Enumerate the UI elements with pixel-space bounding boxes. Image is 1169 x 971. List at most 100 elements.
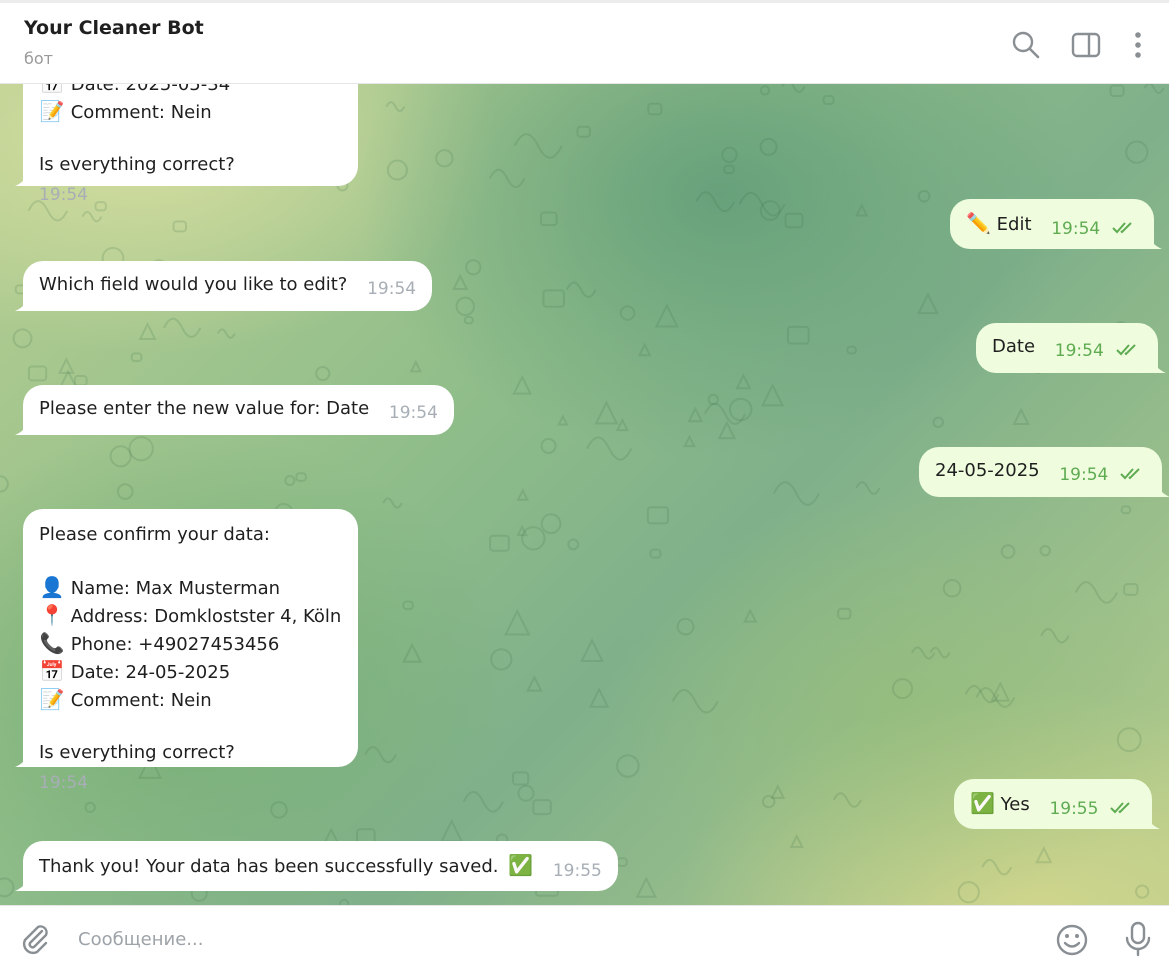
pattern-doodle xyxy=(385,101,406,113)
pattern-doodle xyxy=(735,373,752,390)
pattern-doodle xyxy=(759,137,778,156)
message-text: 24-05-2025 xyxy=(935,460,1040,481)
pattern-doodle xyxy=(542,289,565,308)
read-check-icon xyxy=(1112,222,1132,234)
pattern-doodle xyxy=(646,506,670,525)
pattern-doodle xyxy=(382,497,403,509)
pattern-doodle xyxy=(386,159,408,181)
pattern-doodle xyxy=(671,689,719,714)
pattern-doodle xyxy=(0,877,15,898)
pattern-doodle xyxy=(760,383,785,407)
pattern-doodle xyxy=(1000,544,1016,559)
message-text: Please confirm your data: xyxy=(39,524,270,545)
sidebar-toggle-icon[interactable] xyxy=(1070,29,1102,61)
microphone-icon[interactable] xyxy=(1120,920,1156,958)
outgoing-message[interactable]: Date 19:54 xyxy=(976,323,1166,373)
pattern-doodle xyxy=(503,608,531,636)
paperclip-icon[interactable] xyxy=(18,922,52,956)
more-vertical-icon[interactable] xyxy=(1122,29,1154,61)
pattern-doodle xyxy=(532,799,552,816)
pattern-doodle xyxy=(516,488,529,501)
incoming-message[interactable]: Please enter the new value for: Date 19:… xyxy=(15,385,454,435)
person-icon: 👤 xyxy=(39,575,65,599)
pattern-doodle xyxy=(27,365,48,382)
pattern-doodle xyxy=(846,345,857,355)
message-text: Please enter the new value for: Date xyxy=(39,398,370,419)
chat-header: Your Cleaner Bot бот xyxy=(0,0,1169,84)
message-text: Date xyxy=(992,336,1036,357)
incoming-message[interactable]: Which field would you like to edit? 19:5… xyxy=(15,261,433,311)
pattern-doodle xyxy=(1040,627,1070,644)
pattern-doodle xyxy=(73,374,88,387)
pattern-doodle xyxy=(917,292,939,315)
pattern-doodle xyxy=(981,858,1013,876)
phone-icon: 📞 xyxy=(39,631,65,655)
pattern-doodle xyxy=(81,210,103,223)
pattern-doodle xyxy=(364,746,397,764)
pattern-doodle xyxy=(957,881,980,904)
chat-title[interactable]: Your Cleaner Bot xyxy=(24,17,204,39)
search-icon[interactable] xyxy=(1010,29,1042,61)
outgoing-message[interactable]: ✏️ Edit 19:54 xyxy=(950,199,1162,249)
pattern-doodle xyxy=(216,328,236,339)
pattern-doodle xyxy=(1125,140,1149,164)
pattern-doodle xyxy=(295,472,307,482)
outgoing-message[interactable]: 24-05-2025 19:54 xyxy=(919,447,1169,497)
incoming-message[interactable]: 📅 Date: 2025-05-34 📝 Comment: Nein Is ev… xyxy=(15,84,358,205)
pattern-doodle xyxy=(637,342,652,357)
message-time: 19:55 xyxy=(552,861,602,881)
pattern-doodle xyxy=(635,876,657,898)
pattern-doodle xyxy=(1039,544,1051,557)
message-composer xyxy=(0,905,1169,971)
message-time: 19:54 xyxy=(1054,341,1104,361)
outgoing-message[interactable]: ✅ Yes 19:55 xyxy=(954,779,1161,829)
pattern-doodle xyxy=(615,417,629,432)
smiley-icon[interactable] xyxy=(1054,922,1090,958)
pattern-doodle xyxy=(465,259,482,276)
pattern-doodle xyxy=(109,445,132,468)
pattern-doodle xyxy=(57,357,75,374)
bubble-tail xyxy=(1146,815,1161,829)
bubble-tail xyxy=(1151,359,1166,373)
bubble-tail xyxy=(1147,235,1162,249)
pattern-doodle xyxy=(687,406,704,423)
pattern-doodle xyxy=(1035,845,1053,864)
pattern-doodle xyxy=(942,578,962,598)
incoming-message[interactable]: Thank you! Your data has been successful… xyxy=(15,841,618,891)
pattern-doodle xyxy=(770,784,786,799)
pattern-doodle xyxy=(455,296,476,317)
pattern-doodle xyxy=(717,420,737,440)
pattern-doodle xyxy=(594,400,619,425)
pin-icon: 📍 xyxy=(39,603,65,627)
message-input[interactable] xyxy=(78,922,978,956)
pattern-doodle xyxy=(540,513,562,535)
read-check-icon xyxy=(1115,344,1136,356)
pattern-doodle xyxy=(1012,407,1030,426)
pattern-doodle xyxy=(837,607,852,620)
pattern-doodle xyxy=(172,220,187,233)
incoming-message[interactable]: Please confirm your data: 👤 Name: Max Mu… xyxy=(15,509,358,793)
pattern-doodle xyxy=(512,771,530,786)
bubble-tail xyxy=(15,421,29,435)
message-text: Name: Max Musterman xyxy=(70,578,281,599)
pattern-doodle xyxy=(1123,583,1139,596)
pattern-doodle xyxy=(512,374,533,395)
pattern-doodle xyxy=(707,393,719,406)
pattern-doodle xyxy=(1109,84,1125,97)
pattern-doodle xyxy=(130,352,143,363)
pattern-doodle xyxy=(540,437,557,454)
pattern-doodle xyxy=(0,475,9,493)
pattern-doodle xyxy=(270,801,288,819)
message-time: 19:54 xyxy=(367,279,417,299)
pattern-doodle xyxy=(742,608,758,623)
message-text: Yes xyxy=(1000,794,1030,815)
pattern-doodle xyxy=(990,681,1011,702)
message-text: Phone: +49027453456 xyxy=(70,634,280,655)
pattern-doodle xyxy=(911,646,936,660)
pencil-icon: ✏️ xyxy=(966,211,991,235)
pattern-doodle xyxy=(539,211,558,227)
pattern-doodle xyxy=(402,600,414,611)
pattern-doodle xyxy=(789,833,804,849)
pattern-doodle xyxy=(84,801,96,814)
pattern-doodle xyxy=(832,792,863,808)
